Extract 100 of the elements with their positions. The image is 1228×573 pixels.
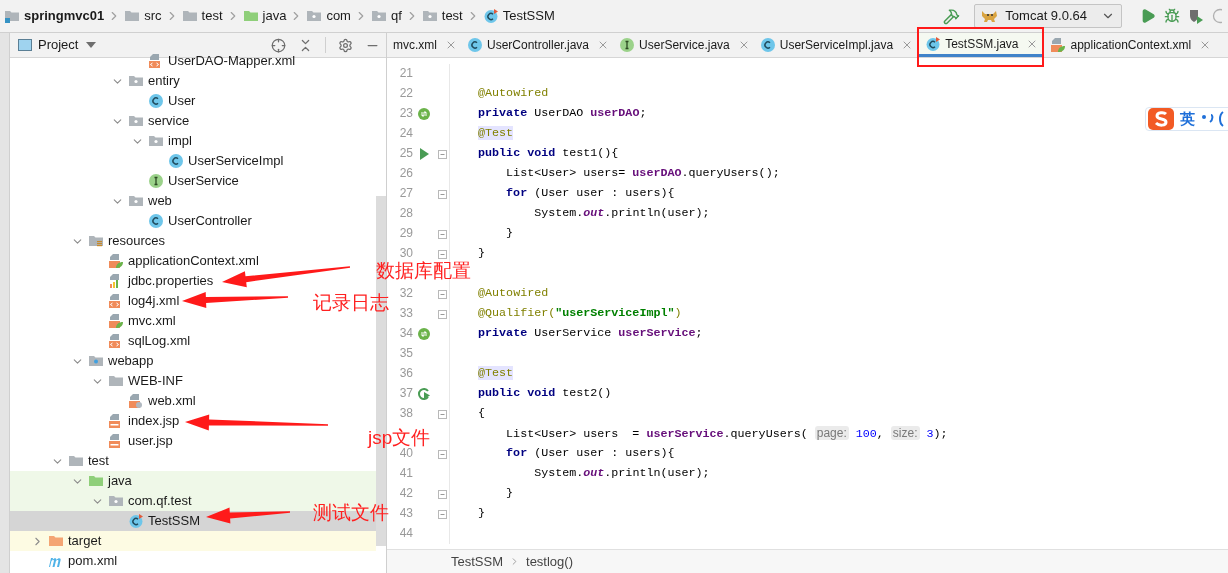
code-line: public void test1(){ — [477, 145, 619, 163]
tree-item[interactable]: sqlLog.xml — [90, 331, 191, 351]
fold-marker-icon[interactable] — [437, 449, 447, 459]
tree-item[interactable]: applicationContext.xml — [90, 251, 259, 271]
rerun-icon[interactable] — [417, 387, 431, 401]
tree-item[interactable]: web — [110, 191, 172, 211]
line-number: 33 — [399, 306, 413, 321]
folder-icon — [88, 473, 104, 489]
tree-item[interactable]: mvc.xml — [90, 311, 176, 331]
breadcrumb-item[interactable]: test — [179, 6, 225, 26]
editor-tab[interactable]: mvc.xml — [387, 33, 461, 57]
input-mode[interactable]: 英 — [1180, 107, 1195, 131]
run-icon[interactable] — [1140, 8, 1156, 24]
tree-item[interactable]: test — [50, 451, 109, 471]
folder-icon — [108, 373, 124, 389]
code-line: @Qualifier("userServiceImpl") — [477, 305, 682, 323]
folder-icon — [88, 353, 104, 369]
editor-tab[interactable]: UserService.java — [613, 33, 754, 57]
tree-item[interactable]: jdbc.properties — [90, 271, 214, 291]
code-line: } — [477, 505, 486, 523]
tree-item[interactable]: target — [30, 531, 102, 551]
fold-marker-icon[interactable] — [437, 409, 447, 419]
editor-tab[interactable]: applicationContext.xml — [1044, 33, 1216, 57]
code-line: System.out.println(user); — [533, 465, 710, 483]
panel-title[interactable]: Project — [38, 35, 79, 55]
folder-icon — [88, 233, 104, 249]
line-number: 25 — [399, 146, 413, 161]
code-line: private UserDAO userDAO; — [477, 105, 647, 123]
tree-item[interactable]: resources — [70, 231, 166, 251]
fold-marker-icon[interactable] — [437, 309, 447, 319]
bean-icon[interactable] — [417, 107, 431, 121]
annotation-text: 测试文件 — [313, 501, 389, 525]
code-line: } — [505, 485, 514, 503]
line-number: 34 — [399, 326, 413, 341]
line-number: 42 — [399, 486, 413, 501]
file-icon — [108, 253, 124, 269]
line-number: 28 — [399, 206, 413, 221]
tree-item[interactable]: User — [130, 91, 196, 111]
tree-item[interactable]: entiry — [110, 71, 180, 91]
caret-icon[interactable] — [86, 42, 97, 48]
breadcrumb-item[interactable]: springmvc01 — [2, 6, 107, 26]
tree-item[interactable]: service — [110, 111, 190, 131]
breadcrumb-item[interactable]: TestSSM — [480, 6, 557, 26]
fold-marker-icon[interactable] — [437, 149, 447, 159]
breadcrumb-item[interactable]: test — [419, 6, 465, 26]
close-icon[interactable] — [445, 39, 457, 51]
debug-icon[interactable] — [1164, 8, 1180, 24]
fold-marker-icon[interactable] — [437, 189, 447, 199]
folder-icon — [128, 73, 144, 89]
breadcrumb-item[interactable]: java — [240, 6, 289, 26]
coverage-icon[interactable] — [1188, 8, 1204, 24]
locate-icon[interactable] — [271, 37, 286, 53]
code-line: { — [477, 405, 486, 423]
run-configuration-dropdown[interactable]: Tomcat 9.0.64 — [974, 4, 1122, 28]
tree-item[interactable]: log4j.xml — [90, 291, 180, 311]
run-icon[interactable] — [419, 148, 429, 160]
tree-item[interactable]: java — [70, 471, 132, 491]
code-line: } — [505, 225, 514, 243]
bean-icon[interactable] — [417, 327, 431, 341]
fold-marker-icon[interactable] — [437, 229, 447, 239]
tree-item[interactable]: webapp — [70, 351, 154, 371]
tree-item[interactable]: UserService — [130, 171, 239, 191]
folder-icon — [181, 8, 198, 24]
editor-tab[interactable]: TestSSM.java — [919, 33, 1043, 57]
folder-icon — [48, 533, 64, 549]
breadcrumb-item[interactable]: TestSSM — [451, 551, 503, 572]
tree-item[interactable]: index.jsp — [90, 411, 180, 431]
profiler-icon[interactable] — [1212, 8, 1222, 24]
editor-tab[interactable]: UserController.java — [461, 33, 614, 57]
settings-icon[interactable] — [338, 37, 353, 53]
tree-item[interactable]: WEB-INF — [90, 371, 183, 391]
file-icon — [108, 313, 124, 329]
tree-item[interactable]: pom.xml — [30, 551, 118, 571]
fold-marker-icon[interactable] — [437, 489, 447, 499]
tree-item[interactable]: UserDAO-Mapper.xml — [130, 51, 296, 71]
line-number: 38 — [399, 406, 413, 421]
test-class-icon — [925, 35, 942, 52]
cat-icon — [981, 9, 1000, 23]
breadcrumb-item[interactable]: com — [304, 6, 353, 26]
file-icon — [128, 393, 144, 409]
fold-marker-icon[interactable] — [437, 289, 447, 299]
breadcrumb-item[interactable]: src — [122, 6, 164, 26]
folder-icon — [128, 113, 144, 129]
tree-item[interactable]: UserServiceImpl — [150, 151, 284, 171]
breadcrumb-item[interactable]: qf — [368, 6, 404, 26]
tree-item[interactable]: web.xml — [110, 391, 196, 411]
tree-item[interactable]: impl — [130, 131, 192, 151]
editor-tab[interactable]: UserServiceImpl.java — [753, 33, 918, 57]
folder-icon — [108, 493, 124, 509]
fold-marker-icon[interactable] — [437, 509, 447, 519]
tree-item[interactable]: user.jsp — [90, 431, 173, 451]
code-line: List<User> users= userDAO.queryUsers(); — [505, 165, 780, 183]
logo-icon[interactable] — [1148, 108, 1174, 130]
fold-marker-icon[interactable] — [437, 249, 447, 259]
breadcrumb-item[interactable]: testlog() — [526, 551, 573, 572]
tree-item[interactable]: UserController — [130, 211, 252, 231]
test-class-icon — [128, 513, 144, 529]
build-icon[interactable] — [943, 7, 961, 25]
class-icon — [467, 37, 483, 53]
file-icon — [1050, 37, 1067, 53]
